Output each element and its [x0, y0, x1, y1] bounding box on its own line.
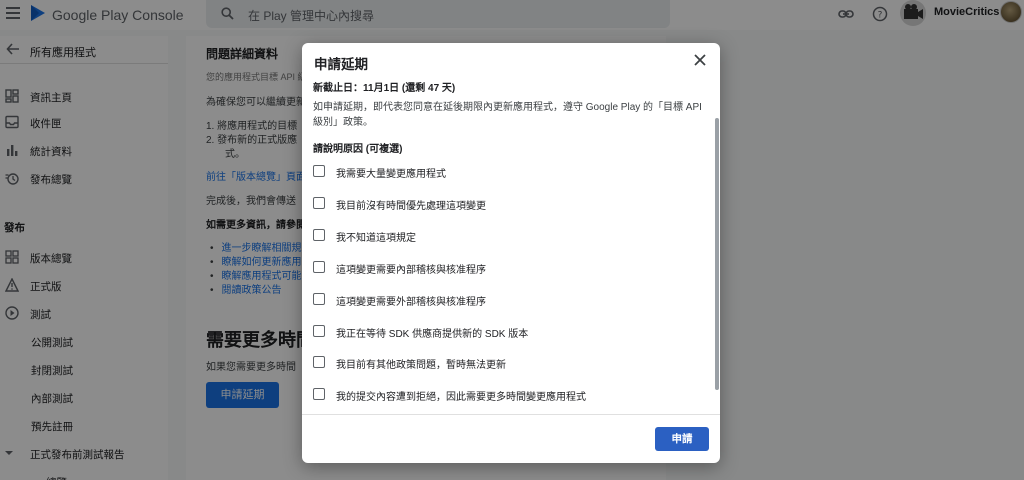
submit-request-button[interactable]: 申請	[655, 427, 709, 451]
reason-option[interactable]: 我正在等待 SDK 供應商提供新的 SDK 版本	[313, 322, 703, 342]
checkbox[interactable]	[313, 356, 325, 368]
checkbox[interactable]	[313, 229, 325, 241]
checkbox[interactable]	[313, 261, 325, 273]
reason-label: 我不知道這項規定	[336, 233, 416, 244]
reason-option[interactable]: 我需要大量變更應用程式	[313, 162, 703, 182]
checkbox[interactable]	[313, 197, 325, 209]
dialog-title: 申請延期	[314, 57, 368, 72]
reason-label: 這項變更需要內部稽核與核准程序	[336, 265, 486, 276]
reason-label: 我的提交內容遭到拒絕，因此需要更多時間變更應用程式	[336, 392, 586, 403]
dialog-footer: 申請	[302, 414, 720, 463]
dialog-description: 如申請延期，即代表您同意在延後期限內更新應用程式，遵守 Google Play …	[313, 102, 702, 128]
reason-label: 我正在等待 SDK 供應商提供新的 SDK 版本	[336, 329, 529, 340]
reason-label: 我目前沒有時間優先處理這項變更	[336, 201, 486, 212]
checkbox[interactable]	[313, 165, 325, 177]
reason-option[interactable]: 我目前沒有時間優先處理這項變更	[313, 194, 703, 214]
request-extension-dialog: 申請延期 新截止日：11月1日 (還剩 47 天) 如申請延期，即代表您同意在延…	[302, 43, 720, 463]
reason-option[interactable]: 我目前有其他政策問題，暫時無法更新	[313, 353, 703, 373]
dialog-scrollbar[interactable]	[715, 118, 719, 390]
checkbox[interactable]	[313, 293, 325, 305]
checkbox[interactable]	[313, 325, 325, 337]
close-icon[interactable]	[693, 53, 707, 67]
new-deadline: 新截止日：11月1日 (還剩 47 天)	[313, 83, 456, 94]
reason-label: 我需要大量變更應用程式	[336, 169, 446, 180]
reason-label: 我目前有其他政策問題，暫時無法更新	[336, 360, 506, 371]
reasons-header: 請說明原因 (可複選)	[313, 144, 403, 155]
reason-option[interactable]: 我不知道這項規定	[313, 226, 703, 246]
reason-option[interactable]: 我的提交內容遭到拒絕，因此需要更多時間變更應用程式	[313, 385, 703, 405]
reason-option[interactable]: 這項變更需要外部稽核與核准程序	[313, 290, 703, 310]
checkbox[interactable]	[313, 388, 325, 400]
reason-option[interactable]: 這項變更需要內部稽核與核准程序	[313, 258, 703, 278]
dialog-body: 新截止日：11月1日 (還剩 47 天) 如申請延期，即代表您同意在延後期限內更…	[302, 76, 720, 414]
reason-label: 這項變更需要外部稽核與核准程序	[336, 297, 486, 308]
